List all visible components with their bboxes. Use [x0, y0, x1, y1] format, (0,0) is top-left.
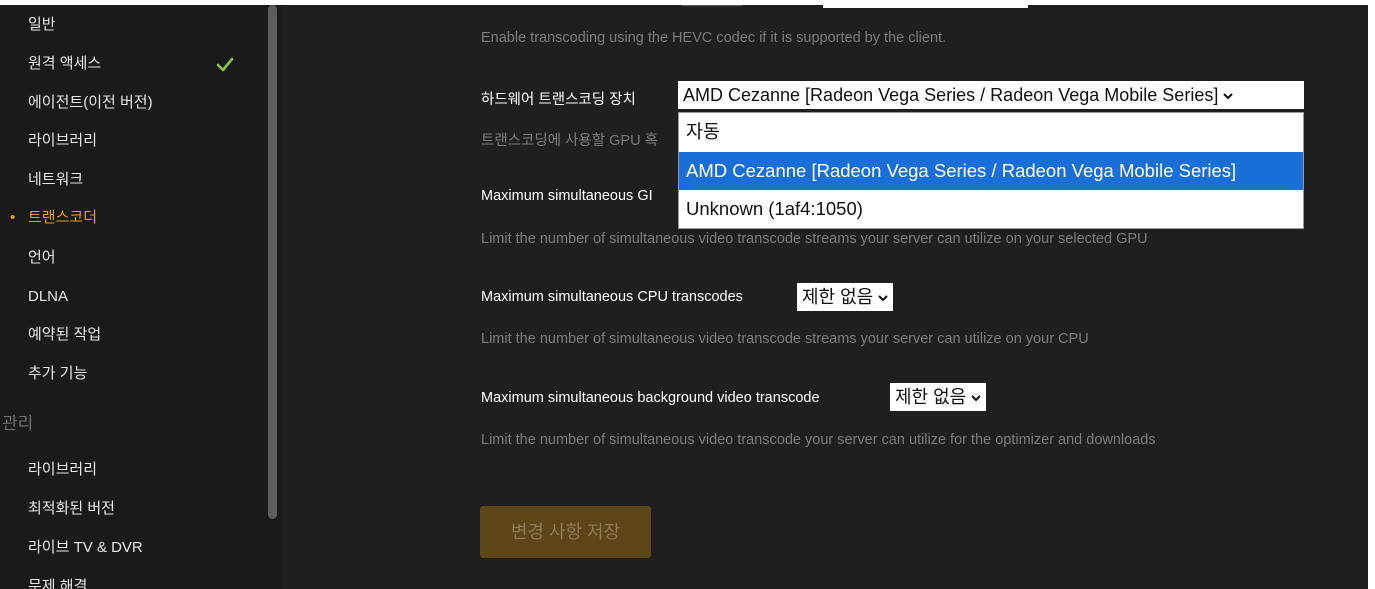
sidebar-item-general[interactable]: 일반 [28, 15, 56, 35]
sidebar-item-live-tv-dvr[interactable]: 라이브 TV & DVR [28, 538, 143, 558]
sidebar-item-extras[interactable]: 추가 기능 [28, 364, 87, 384]
dropdown-option-unknown-device[interactable]: Unknown (1af4:1050) [679, 190, 1303, 228]
settings-sidebar: 일반 원격 액세스 에이전트(이전 버전) 라이브러리 네트워크 • 트랜스코더 … [0, 5, 282, 589]
gpu-transcodes-label: Maximum simultaneous GI [481, 188, 653, 204]
background-transcode-label: Maximum simultaneous background video tr… [481, 390, 820, 406]
previous-setting-fragment [682, 5, 742, 6]
hw-device-value: AMD Cezanne [Radeon Vega Series / Radeon… [683, 85, 1219, 105]
sidebar-item-label: 트랜스코더 [28, 209, 98, 226]
sidebar-item-remote-access[interactable]: 원격 액세스 [28, 54, 101, 74]
hw-device-select[interactable]: AMD Cezanne [Radeon Vega Series / Radeon… [678, 81, 1304, 109]
chevron-down-icon [971, 395, 981, 402]
sidebar-item-scheduled-tasks[interactable]: 예약된 작업 [28, 325, 101, 345]
cpu-transcodes-select[interactable]: 제한 없음 [797, 283, 894, 311]
background-transcode-select[interactable]: 제한 없음 [890, 383, 987, 411]
sidebar-item-language[interactable]: 언어 [28, 248, 56, 268]
active-indicator: • [10, 209, 16, 226]
background-transcode-help-text: Limit the number of simultaneous video t… [481, 432, 1156, 448]
chevron-down-icon [878, 295, 888, 302]
hw-device-help-text: 트랜스코딩에 사용할 GPU 혹 [481, 133, 658, 149]
gpu-transcodes-help-text: Limit the number of simultaneous video t… [481, 231, 1148, 247]
sidebar-item-network[interactable]: 네트워크 [28, 170, 83, 190]
sidebar-item-agents-legacy[interactable]: 에이전트(이전 버전) [28, 93, 153, 113]
hevc-help-text: Enable transcoding using the HEVC codec … [481, 30, 947, 46]
chevron-down-icon [1223, 93, 1234, 100]
background-transcode-value: 제한 없음 [895, 387, 967, 407]
sidebar-item-dlna[interactable]: DLNA [28, 287, 68, 307]
hw-device-dropdown-list: 자동 AMD Cezanne [Radeon Vega Series / Rad… [678, 112, 1304, 229]
cpu-transcodes-help-text: Limit the number of simultaneous video t… [481, 331, 1089, 347]
cpu-transcodes-label: Maximum simultaneous CPU transcodes [481, 289, 743, 305]
cpu-transcodes-value: 제한 없음 [802, 287, 874, 307]
previous-setting-field[interactable] [823, 5, 1028, 8]
sidebar-item-optimized-versions[interactable]: 최적화된 버전 [28, 499, 115, 519]
save-changes-button[interactable]: 변경 사항 저장 [480, 506, 651, 558]
dropdown-option-auto[interactable]: 자동 [679, 113, 1303, 151]
sidebar-item-manage-libraries[interactable]: 라이브러리 [28, 460, 97, 480]
sidebar-item-library[interactable]: 라이브러리 [28, 131, 97, 151]
settings-main: Enable transcoding using the HEVC codec … [282, 5, 1368, 589]
sidebar-item-transcoder[interactable]: • 트랜스코더 [10, 208, 97, 228]
dropdown-option-amd-cezanne[interactable]: AMD Cezanne [Radeon Vega Series / Radeon… [679, 152, 1303, 190]
sidebar-scrollbar[interactable] [268, 5, 277, 519]
sidebar-section-manage: 관리 [2, 414, 34, 433]
app-window: 일반 원격 액세스 에이전트(이전 버전) 라이브러리 네트워크 • 트랜스코더 … [0, 5, 1368, 589]
sidebar-item-troubleshooting[interactable]: 문제 해결 [28, 577, 87, 589]
hw-device-label: 하드웨어 트랜스코딩 장치 [481, 92, 636, 108]
checkmark-icon [216, 57, 234, 72]
